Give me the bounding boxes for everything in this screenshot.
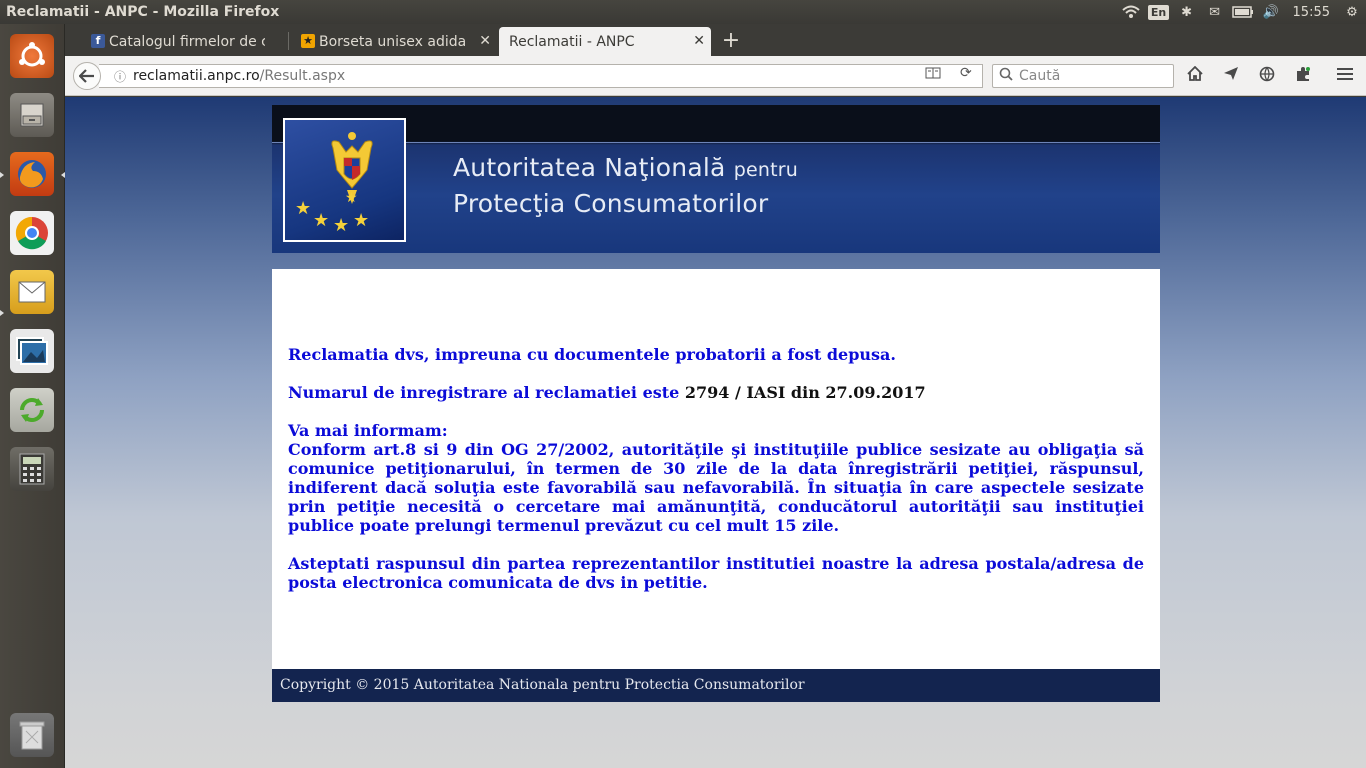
launcher-chrome[interactable] xyxy=(6,207,58,259)
tab-label: Borseta unisex adidas xyxy=(319,33,465,50)
back-button[interactable] xyxy=(73,62,101,90)
await-response-paragraph: Asteptati raspunsul din partea reprezent… xyxy=(288,554,1144,592)
eu-star-icon: ★ xyxy=(353,210,370,231)
photos-icon xyxy=(10,329,54,373)
tab-separator xyxy=(288,32,289,50)
legal-info-paragraph: Conform art.8 si 9 din OG 27/2002, autor… xyxy=(288,440,1144,535)
launcher-trash[interactable] xyxy=(6,709,58,761)
site-title-line1: Autoritatea Naţională xyxy=(453,153,726,182)
reader-view-icon[interactable] xyxy=(925,66,941,84)
mail-icon[interactable]: ✉ xyxy=(1201,0,1229,24)
site-info-icon[interactable]: ⓘ xyxy=(107,68,133,85)
system-tray: En ✱ ✉ 🔊 15:55 ⚙ xyxy=(1117,0,1366,24)
url-text[interactable]: reclamatii.anpc.ro/Result.aspx xyxy=(133,68,345,84)
search-bar[interactable]: Caută xyxy=(992,64,1174,88)
copyright-text: Copyright © 2015 Autoritatea Nationala p… xyxy=(280,677,805,693)
mail-app-icon xyxy=(10,270,54,314)
eu-star-icon: ★ xyxy=(333,215,350,236)
result-content-panel: Reclamatia dvs, impreuna cu documentele … xyxy=(272,269,1160,669)
launcher-mail[interactable] xyxy=(6,266,58,318)
close-tab-icon[interactable]: ✕ xyxy=(479,33,491,49)
clock[interactable]: 15:55 xyxy=(1285,5,1338,20)
volume-icon[interactable]: 🔊 xyxy=(1257,0,1285,24)
browser-tab-strip: f Catalogul firmelor de c ★ Borseta unis… xyxy=(65,24,1366,56)
launcher-files[interactable] xyxy=(6,89,58,141)
store-favicon-icon: ★ xyxy=(301,34,315,48)
registration-number-value: 2794 / IASI din 27.09.2017 xyxy=(684,383,926,402)
launcher-software-updater[interactable] xyxy=(6,384,58,436)
update-arrows-icon xyxy=(10,388,54,432)
hamburger-menu-icon[interactable] xyxy=(1334,66,1356,85)
tab-catalogul-firmelor[interactable]: f Catalogul firmelor de c xyxy=(85,27,288,56)
firefox-icon xyxy=(10,152,54,196)
site-title: Autoritatea Naţională pentru Protecţia C… xyxy=(453,151,798,221)
extension-globe-icon[interactable] xyxy=(1256,66,1278,86)
launcher-photos[interactable] xyxy=(6,325,58,377)
submission-confirmation: Reclamatia dvs, impreuna cu documentele … xyxy=(288,345,896,364)
url-bar[interactable]: ⓘ reclamatii.anpc.ro/Result.aspx xyxy=(99,64,983,88)
running-indicator xyxy=(0,310,4,316)
calculator-icon xyxy=(10,447,54,491)
ubuntu-logo-icon xyxy=(10,34,54,78)
unity-launcher xyxy=(0,24,65,768)
running-indicator xyxy=(0,172,4,178)
file-cabinet-icon xyxy=(10,93,54,137)
launcher-calculator[interactable] xyxy=(6,443,58,495)
web-page: ★ ★ ★ ★ ★ Autoritatea Naţională pentru P… xyxy=(65,97,1366,768)
search-placeholder: Caută xyxy=(1019,68,1061,84)
facebook-icon: f xyxy=(91,34,105,48)
eu-star-icon: ★ xyxy=(295,198,312,219)
search-icon xyxy=(999,67,1013,85)
site-title-pentru: pentru xyxy=(733,159,798,181)
info-heading: Va mai informam: xyxy=(288,421,448,440)
chrome-icon xyxy=(10,211,54,255)
new-tab-button[interactable]: + xyxy=(719,28,743,53)
keyboard-language-indicator[interactable]: En xyxy=(1145,0,1173,24)
navigation-toolbar: ⓘ reclamatii.anpc.ro/Result.aspx ⟳ Caută xyxy=(65,56,1366,96)
tab-label: Catalogul firmelor de c xyxy=(109,33,265,50)
tab-reclamatii-anpc[interactable]: Reclamatii - ANPC ✕ xyxy=(499,27,711,56)
launcher-firefox[interactable] xyxy=(6,148,58,200)
tab-label: Reclamatii - ANPC xyxy=(509,33,635,50)
wifi-icon[interactable] xyxy=(1117,0,1145,24)
eu-star-icon: ★ xyxy=(345,190,358,206)
reload-icon[interactable]: ⟳ xyxy=(960,65,972,81)
eu-star-icon: ★ xyxy=(313,210,330,231)
anpc-logo[interactable]: ★ ★ ★ ★ ★ xyxy=(283,118,406,242)
power-settings-icon[interactable]: ⚙ xyxy=(1338,0,1366,24)
battery-icon[interactable] xyxy=(1229,0,1257,24)
extension-puzzle-icon[interactable] xyxy=(1292,66,1314,86)
home-icon[interactable] xyxy=(1184,65,1206,85)
site-title-line2: Protecţia Consumatorilor xyxy=(453,189,769,218)
send-tab-icon[interactable] xyxy=(1220,66,1242,85)
window-title: Reclamatii - ANPC - Mozilla Firefox xyxy=(6,4,280,20)
tab-borseta-adidas[interactable]: ★ Borseta unisex adidas ✕ xyxy=(295,27,497,56)
close-tab-icon[interactable]: ✕ xyxy=(693,33,705,49)
site-header-banner: ★ ★ ★ ★ ★ Autoritatea Naţională pentru P… xyxy=(272,105,1160,253)
trash-icon xyxy=(10,713,54,757)
registration-number-label: Numarul de inregistrare al reclamatiei e… xyxy=(288,383,680,402)
site-footer: Copyright © 2015 Autoritatea Nationala p… xyxy=(272,669,1160,702)
registration-number-line: Numarul de inregistrare al reclamatiei e… xyxy=(288,383,1144,402)
bluetooth-icon[interactable]: ✱ xyxy=(1173,0,1201,24)
launcher-dash[interactable] xyxy=(6,30,58,82)
system-top-panel: Reclamatii - ANPC - Mozilla Firefox En ✱… xyxy=(0,0,1366,24)
